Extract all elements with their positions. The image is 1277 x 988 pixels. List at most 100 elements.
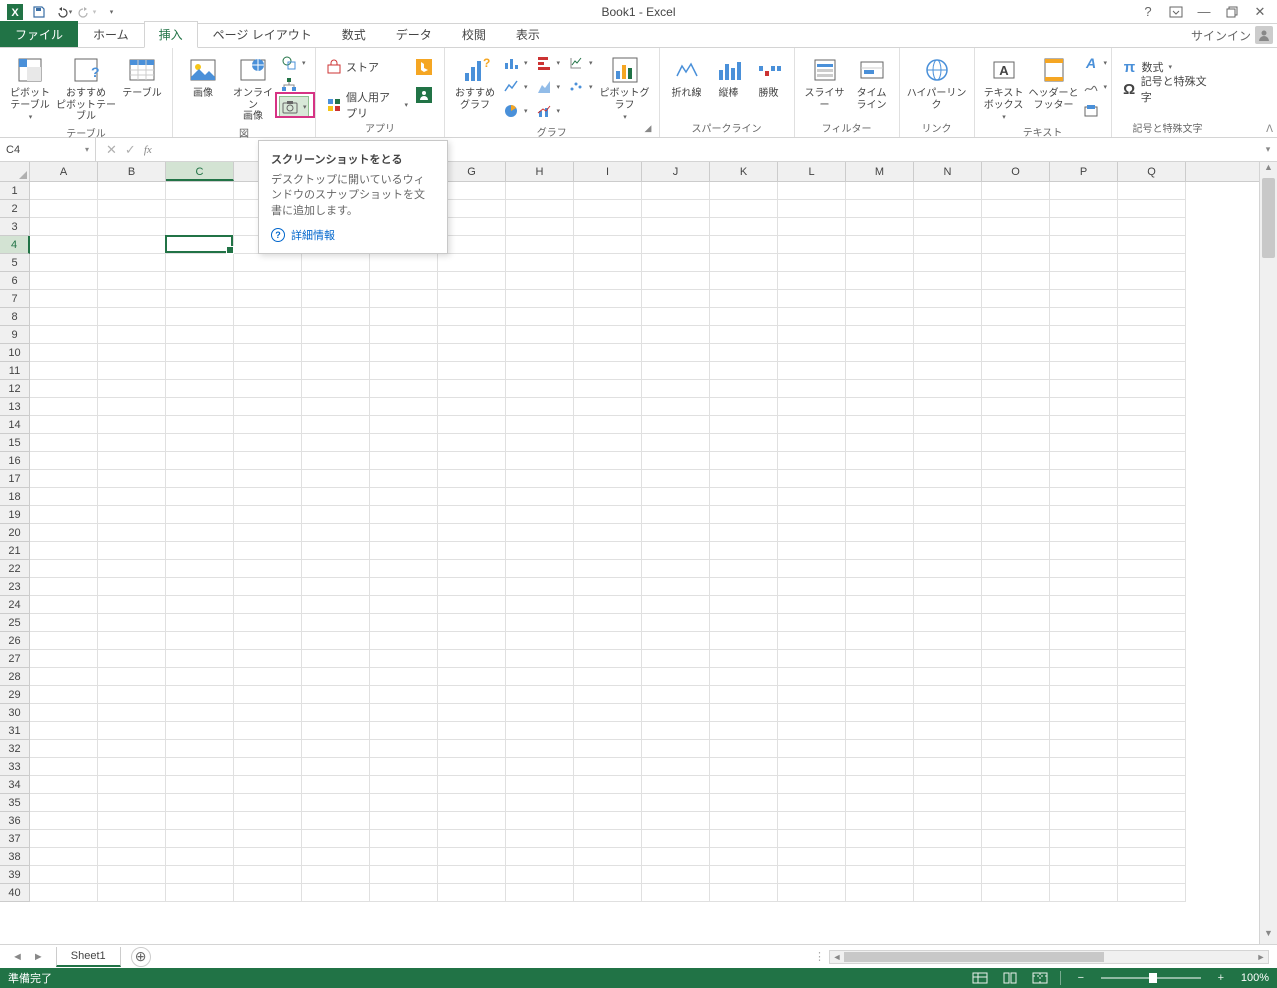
cell[interactable] xyxy=(914,866,982,884)
row-header[interactable]: 12 xyxy=(0,380,30,398)
cell[interactable] xyxy=(710,434,778,452)
cell[interactable] xyxy=(98,452,166,470)
cell[interactable] xyxy=(982,794,1050,812)
cell[interactable] xyxy=(506,236,574,254)
cell[interactable] xyxy=(98,668,166,686)
cell[interactable] xyxy=(778,362,846,380)
sheet-nav-prev[interactable]: ◄ xyxy=(8,951,27,963)
cell[interactable] xyxy=(166,488,234,506)
cell[interactable] xyxy=(574,290,642,308)
cell[interactable] xyxy=(302,488,370,506)
cell[interactable] xyxy=(642,884,710,902)
cell[interactable] xyxy=(166,560,234,578)
row-header[interactable]: 1 xyxy=(0,182,30,200)
cell[interactable] xyxy=(1118,614,1186,632)
cell[interactable] xyxy=(1118,686,1186,704)
cell[interactable] xyxy=(370,254,438,272)
cell[interactable] xyxy=(302,686,370,704)
cell[interactable] xyxy=(98,524,166,542)
cell[interactable] xyxy=(506,668,574,686)
cell[interactable] xyxy=(438,182,506,200)
cell[interactable] xyxy=(234,506,302,524)
cell[interactable] xyxy=(30,650,98,668)
cell[interactable] xyxy=(302,722,370,740)
cell[interactable] xyxy=(1118,236,1186,254)
cell[interactable] xyxy=(846,506,914,524)
cell[interactable] xyxy=(98,794,166,812)
timeline-button[interactable]: タイム ライン xyxy=(851,52,893,111)
tab-formulas[interactable]: 数式 xyxy=(327,21,381,47)
cell[interactable] xyxy=(710,506,778,524)
cell[interactable] xyxy=(1050,668,1118,686)
cell[interactable] xyxy=(982,542,1050,560)
cell[interactable] xyxy=(1118,398,1186,416)
cell[interactable] xyxy=(506,362,574,380)
combo-chart-button[interactable]: ▾ xyxy=(534,100,563,122)
cell[interactable] xyxy=(1050,776,1118,794)
cell[interactable] xyxy=(370,578,438,596)
cell[interactable] xyxy=(234,650,302,668)
row-header[interactable]: 16 xyxy=(0,452,30,470)
cell[interactable] xyxy=(914,704,982,722)
cell[interactable] xyxy=(1118,326,1186,344)
zoom-slider[interactable] xyxy=(1101,971,1201,985)
cell[interactable] xyxy=(846,326,914,344)
cell[interactable] xyxy=(1118,848,1186,866)
cell[interactable] xyxy=(1118,722,1186,740)
cell[interactable] xyxy=(710,614,778,632)
cell[interactable] xyxy=(642,632,710,650)
cell[interactable] xyxy=(914,362,982,380)
tooltip-more-info-link[interactable]: ? 詳細情報 xyxy=(271,227,435,243)
charts-dialog-launcher[interactable]: ◢ xyxy=(645,123,657,135)
cell[interactable] xyxy=(1118,776,1186,794)
cell[interactable] xyxy=(846,488,914,506)
cell[interactable] xyxy=(778,758,846,776)
cell[interactable] xyxy=(846,236,914,254)
cell[interactable] xyxy=(710,398,778,416)
cell[interactable] xyxy=(234,254,302,272)
scroll-down-button[interactable]: ▼ xyxy=(1260,928,1277,944)
cell[interactable] xyxy=(914,254,982,272)
hscroll-thumb[interactable] xyxy=(844,952,1104,962)
cell[interactable] xyxy=(166,650,234,668)
cell[interactable] xyxy=(1050,866,1118,884)
cell[interactable] xyxy=(710,362,778,380)
scroll-up-button[interactable]: ▲ xyxy=(1260,162,1277,178)
cell[interactable] xyxy=(574,524,642,542)
cell[interactable] xyxy=(302,866,370,884)
cell[interactable] xyxy=(710,704,778,722)
cell[interactable] xyxy=(710,200,778,218)
cell[interactable] xyxy=(846,200,914,218)
cell[interactable] xyxy=(98,416,166,434)
cell[interactable] xyxy=(1050,812,1118,830)
cell[interactable] xyxy=(1118,182,1186,200)
cell[interactable] xyxy=(302,434,370,452)
bar-chart-button[interactable]: ▾ xyxy=(534,52,563,74)
cell[interactable] xyxy=(778,596,846,614)
cell[interactable] xyxy=(914,416,982,434)
signature-button[interactable]: ▾ xyxy=(1081,76,1105,98)
cell[interactable] xyxy=(98,506,166,524)
cell[interactable] xyxy=(234,614,302,632)
cell[interactable] xyxy=(302,524,370,542)
cell[interactable] xyxy=(30,452,98,470)
cell[interactable] xyxy=(302,506,370,524)
cell[interactable] xyxy=(982,416,1050,434)
cell[interactable] xyxy=(642,290,710,308)
cell[interactable] xyxy=(574,740,642,758)
cell[interactable] xyxy=(914,470,982,488)
cell[interactable] xyxy=(982,362,1050,380)
cell[interactable] xyxy=(778,182,846,200)
cell[interactable] xyxy=(1118,794,1186,812)
cell[interactable] xyxy=(166,704,234,722)
cell[interactable] xyxy=(982,308,1050,326)
cell[interactable] xyxy=(370,686,438,704)
cell[interactable] xyxy=(778,236,846,254)
cell[interactable] xyxy=(982,776,1050,794)
cell[interactable] xyxy=(98,290,166,308)
cell[interactable] xyxy=(710,632,778,650)
cell[interactable] xyxy=(778,794,846,812)
cell[interactable] xyxy=(370,542,438,560)
cell[interactable] xyxy=(30,218,98,236)
cell[interactable] xyxy=(982,830,1050,848)
